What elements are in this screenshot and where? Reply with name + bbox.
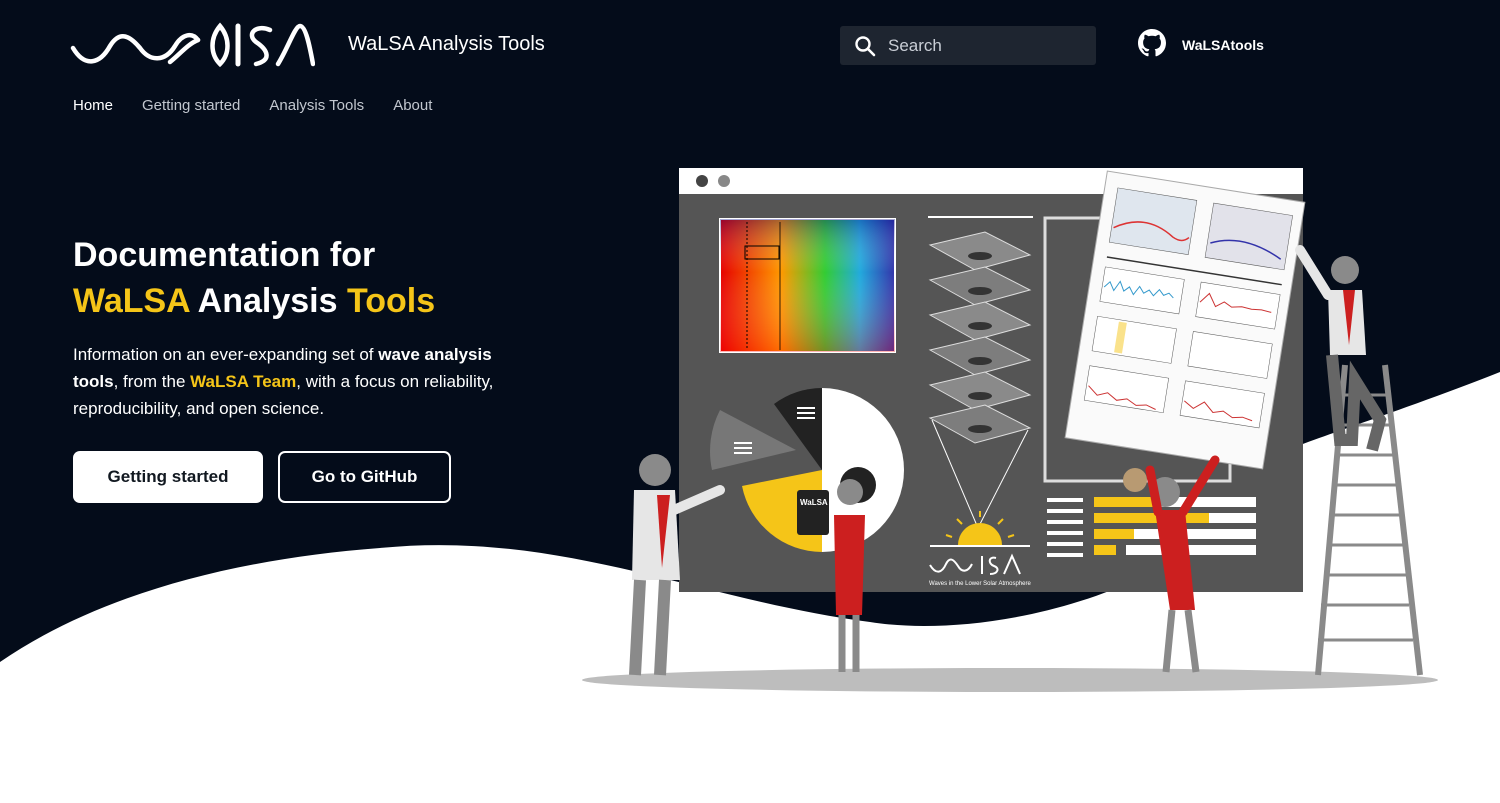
desc-text-1: Information on an ever-expanding set of [73,345,379,364]
tablet-icon [797,490,829,535]
man-on-ladder [1295,245,1387,452]
headline-tools: Tools [346,282,436,320]
search-icon [854,35,876,62]
paper-document [1064,170,1306,470]
github-icon [1138,28,1166,62]
headline-walsa: WaLSA [73,282,190,320]
hero-headline: Documentation for WaLSA Analysis Tools [73,232,435,324]
search-box[interactable]: Search [840,26,1096,65]
desc-walsa-team: WaLSA Team [190,372,297,391]
tablet-label: WaLSA [800,498,828,507]
headline-line-1: Documentation for [73,236,376,274]
nav-item-home[interactable]: Home [73,97,113,114]
getting-started-button[interactable]: Getting started [73,451,263,503]
screen-logo-text: Waves in the Lower Solar Atmosphere [929,581,1031,587]
desc-text-2: , from the [113,372,191,391]
github-repo-link[interactable]: WaLSAtools [1138,28,1264,62]
window-dot-1 [696,175,708,187]
hero-description: Information on an ever-expanding set of … [73,341,503,422]
top-bar: WaLSA Analysis Tools Search WaLSAtools [0,0,1500,90]
main-nav: Home Getting started Analysis Tools Abou… [73,97,461,114]
walsa-logo-icon [70,22,316,68]
walsa-logo[interactable] [70,18,316,73]
github-label: WaLSAtools [1182,37,1264,53]
site-title[interactable]: WaLSA Analysis Tools [348,33,545,56]
search-placeholder: Search [888,36,942,55]
go-to-github-button[interactable]: Go to GitHub [278,451,451,503]
nav-item-analysis-tools[interactable]: Analysis Tools [269,97,364,114]
window-dot-2 [718,175,730,187]
hero-illustration: Waves in the Lower Solar Atmosphere WaLS… [582,168,1438,692]
nav-item-getting-started[interactable]: Getting started [142,97,240,114]
nav-item-about[interactable]: About [393,97,432,114]
ground-shadow [582,668,1438,692]
headline-analysis: Analysis [189,282,347,320]
